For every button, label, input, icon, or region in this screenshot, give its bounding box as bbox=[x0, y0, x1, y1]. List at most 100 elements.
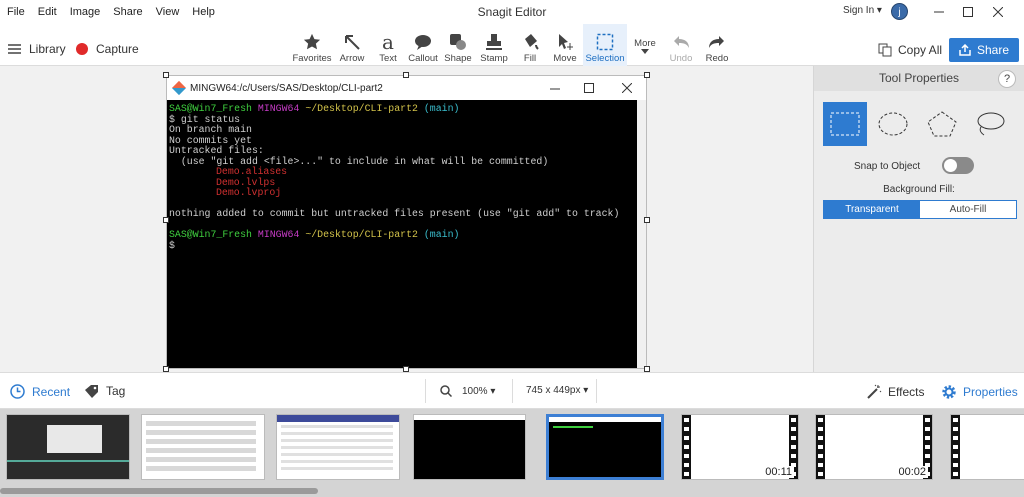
tool-shape[interactable]: Shape bbox=[443, 24, 473, 66]
resize-handle[interactable] bbox=[644, 217, 650, 223]
thumbnail[interactable] bbox=[413, 414, 526, 480]
sign-in-menu[interactable]: Sign In ▾ bbox=[843, 5, 882, 16]
freehand-selection-button[interactable] bbox=[920, 102, 964, 146]
tray-scrollbar[interactable] bbox=[0, 488, 318, 494]
rectangle-selection-icon bbox=[830, 112, 860, 136]
tool-text[interactable]: a Text bbox=[373, 24, 403, 66]
tool-label: Text bbox=[379, 53, 397, 64]
properties-button[interactable]: Properties bbox=[941, 384, 1018, 400]
separator bbox=[425, 379, 426, 403]
menu-file[interactable]: File bbox=[7, 6, 25, 18]
resize-handle[interactable] bbox=[403, 72, 409, 78]
help-button[interactable]: ? bbox=[998, 70, 1016, 88]
minimize-icon bbox=[550, 88, 560, 90]
tool-label: Selection bbox=[585, 53, 625, 64]
record-icon bbox=[76, 43, 88, 55]
tool-stamp[interactable]: Stamp bbox=[478, 24, 510, 66]
maximize-icon bbox=[963, 7, 973, 17]
terminal-line: On branch main bbox=[169, 124, 252, 135]
lasso-icon bbox=[977, 112, 1005, 136]
copy-all-button[interactable]: Copy All bbox=[878, 43, 942, 57]
snap-to-object-toggle[interactable] bbox=[942, 157, 974, 174]
undo-button[interactable]: Undo bbox=[666, 24, 696, 66]
menu-image[interactable]: Image bbox=[70, 6, 101, 18]
close-icon bbox=[993, 7, 1003, 17]
menu-view[interactable]: View bbox=[156, 6, 180, 18]
fill-auto-fill-option[interactable]: Auto-Fill bbox=[920, 201, 1016, 218]
menu-share[interactable]: Share bbox=[113, 6, 142, 18]
clock-icon bbox=[10, 384, 25, 399]
zoom-level: 100% ▾ bbox=[462, 385, 496, 397]
shape-icon bbox=[450, 34, 466, 50]
thumbnail[interactable] bbox=[141, 414, 265, 480]
ellipse-selection-button[interactable] bbox=[871, 102, 915, 146]
tool-move[interactable]: Move bbox=[550, 24, 580, 66]
library-label: Library bbox=[29, 42, 66, 56]
terminal-line: $ bbox=[169, 239, 175, 251]
tool-arrow[interactable]: Arrow bbox=[337, 24, 367, 66]
tag-button[interactable]: Tag bbox=[84, 384, 125, 398]
video-thumbnail[interactable]: 00:02 bbox=[815, 414, 933, 480]
video-thumbnail[interactable]: 00:11 bbox=[681, 414, 799, 480]
close-icon bbox=[622, 83, 632, 93]
share-button[interactable]: Share bbox=[949, 38, 1019, 62]
capture-label: Capture bbox=[96, 42, 139, 56]
tool-callout[interactable]: Callout bbox=[406, 24, 440, 66]
rectangle-selection-button[interactable] bbox=[823, 102, 867, 146]
tool-selection[interactable]: Selection bbox=[583, 24, 627, 66]
untracked-file: Demo.aliases bbox=[216, 166, 288, 177]
video-duration: 00:11 bbox=[763, 466, 794, 478]
menu-bar: File Edit Image Share View Help bbox=[0, 6, 215, 18]
snap-to-object-label: Snap to Object bbox=[854, 161, 921, 172]
resize-handle[interactable] bbox=[163, 72, 169, 78]
zoom-control[interactable]: 100% ▾ bbox=[440, 385, 495, 397]
redo-button[interactable]: Redo bbox=[702, 24, 732, 66]
fill-transparent-option[interactable]: Transparent bbox=[824, 201, 920, 218]
recent-button[interactable]: Recent bbox=[10, 384, 70, 399]
maximize-button[interactable] bbox=[953, 0, 983, 24]
tool-more[interactable]: More bbox=[630, 24, 660, 66]
avatar[interactable]: j bbox=[891, 3, 908, 20]
lasso-selection-button[interactable] bbox=[968, 102, 1012, 146]
capture-button[interactable]: Capture bbox=[76, 42, 139, 56]
tool-fill[interactable]: Fill bbox=[516, 24, 544, 66]
tool-label: Fill bbox=[523, 53, 537, 64]
tool-properties-panel: Tool Properties ? Snap to Object Backgro… bbox=[813, 66, 1024, 372]
tool-label: Favorites bbox=[292, 53, 332, 64]
separator bbox=[512, 379, 513, 403]
status-bar: Recent Tag 100% ▾ 745 x 449px ▾ Effects … bbox=[0, 372, 1024, 409]
copy-all-label: Copy All bbox=[898, 43, 943, 57]
thumbnail[interactable] bbox=[6, 414, 130, 480]
resize-handle[interactable] bbox=[644, 72, 650, 78]
background-fill-selector: Transparent Auto-Fill bbox=[823, 200, 1017, 219]
tool-favorites[interactable]: Favorites bbox=[292, 24, 332, 66]
gear-icon bbox=[942, 385, 956, 399]
polygon-selection-icon bbox=[927, 111, 957, 137]
terminal-line: Untracked files: bbox=[169, 145, 264, 156]
terminal-title: MINGW64:/c/Users/SAS/Desktop/CLI-part2 bbox=[190, 82, 383, 94]
share-label: Share bbox=[976, 43, 1010, 57]
menu-edit[interactable]: Edit bbox=[38, 6, 57, 18]
share-icon bbox=[959, 44, 971, 56]
toolbar: Library Capture Favorites Arrow a Text C… bbox=[0, 24, 1024, 66]
canvas[interactable]: MINGW64:/c/Users/SAS/Desktop/CLI-part2 S… bbox=[0, 66, 813, 372]
callout-icon bbox=[415, 35, 431, 50]
panel-title: Tool Properties bbox=[814, 66, 1024, 91]
magic-wand-icon bbox=[867, 384, 882, 399]
maximize-icon bbox=[584, 83, 594, 93]
effects-button[interactable]: Effects bbox=[866, 384, 924, 400]
thumbnail-selected[interactable] bbox=[546, 414, 664, 480]
resize-handle[interactable] bbox=[163, 217, 169, 223]
tag-label: Tag bbox=[106, 384, 126, 398]
video-thumbnail[interactable] bbox=[950, 414, 1024, 480]
captured-image[interactable]: MINGW64:/c/Users/SAS/Desktop/CLI-part2 S… bbox=[166, 75, 647, 369]
minimize-button[interactable] bbox=[924, 0, 954, 24]
prompt-line: SAS@Win7_Fresh MINGW64 ~/Desktop/CLI-par… bbox=[169, 229, 460, 240]
menu-help[interactable]: Help bbox=[192, 6, 215, 18]
library-button[interactable]: Library bbox=[8, 42, 66, 56]
tool-label: Stamp bbox=[480, 53, 508, 64]
image-dimensions[interactable]: 745 x 449px ▾ bbox=[526, 385, 588, 396]
close-button[interactable] bbox=[983, 0, 1013, 24]
thumbnail[interactable] bbox=[276, 414, 400, 480]
selection-icon bbox=[596, 33, 614, 51]
